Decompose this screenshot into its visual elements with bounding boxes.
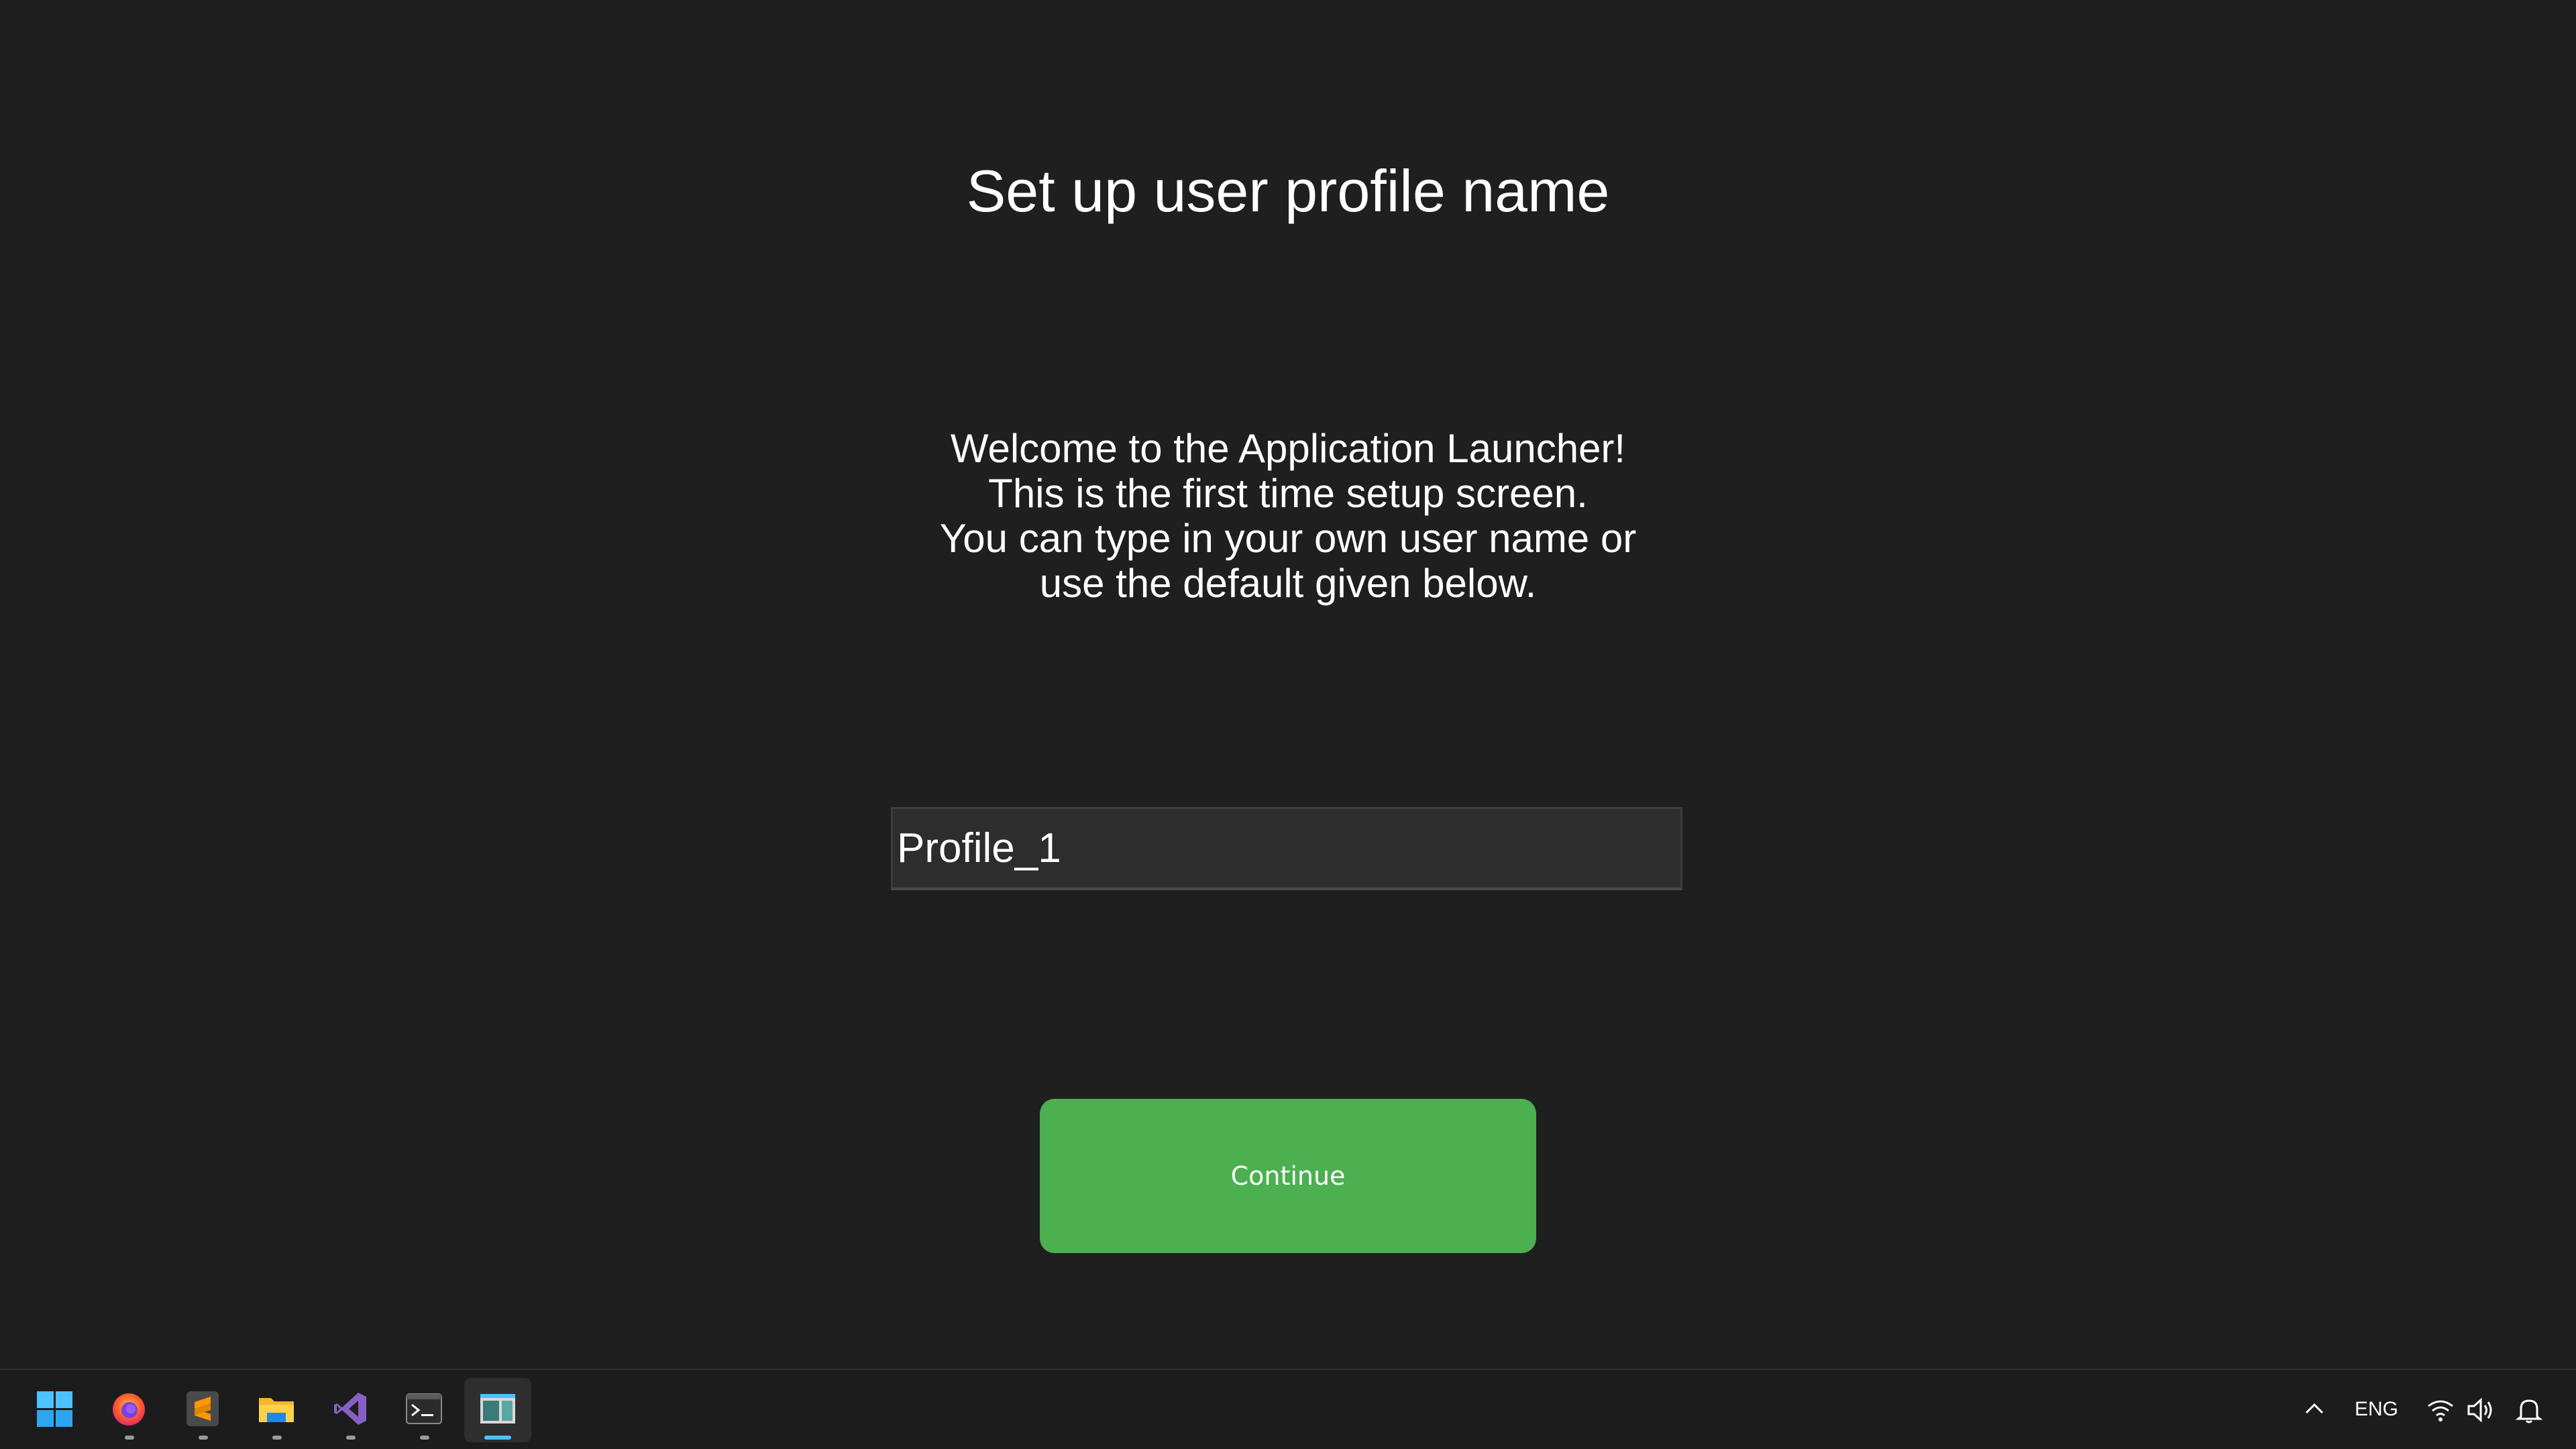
language-indicator[interactable]: ENG [2355, 1398, 2398, 1421]
welcome-line: Welcome to the Application Launcher! [950, 426, 1626, 471]
windows-start-icon [37, 1391, 72, 1427]
running-indicator [346, 1436, 356, 1440]
taskbar: ENG [0, 1368, 2576, 1449]
page-title: Set up user profile name [966, 158, 1610, 224]
visual-studio-icon [334, 1393, 366, 1425]
app-launcher-icon [480, 1394, 515, 1424]
chevron-up-icon[interactable] [2301, 1393, 2328, 1426]
continue-button[interactable]: Continue [1040, 1099, 1536, 1253]
welcome-line: This is the first time setup screen. [988, 471, 1588, 516]
welcome-line: You can type in your own user name or [939, 516, 1637, 561]
running-indicator [199, 1436, 208, 1440]
volume-icon[interactable] [2466, 1395, 2496, 1425]
profile-name-input[interactable] [891, 807, 1682, 890]
taskbar-terminal[interactable] [390, 1378, 458, 1442]
wifi-icon[interactable] [2426, 1395, 2455, 1425]
taskbar-file-explorer[interactable] [243, 1378, 310, 1442]
file-explorer-icon [259, 1398, 294, 1422]
taskbar-sublime-text[interactable] [169, 1378, 236, 1442]
notification-bell-icon[interactable] [2514, 1395, 2544, 1425]
terminal-icon [406, 1393, 442, 1424]
active-indicator [484, 1436, 511, 1440]
running-indicator [272, 1436, 282, 1440]
taskbar-firefox[interactable] [95, 1378, 162, 1442]
running-indicator [125, 1436, 134, 1440]
running-indicator [420, 1436, 429, 1440]
start-button[interactable] [21, 1378, 88, 1442]
taskbar-app-launcher[interactable] [464, 1378, 531, 1442]
firefox-icon [113, 1393, 145, 1426]
sublime-text-icon [186, 1391, 219, 1426]
welcome-message: Welcome to the Application Launcher! Thi… [832, 426, 1744, 606]
setup-window: Set up user profile name Welcome to the … [0, 0, 2576, 1368]
taskbar-visual-studio[interactable] [317, 1378, 384, 1442]
welcome-line: use the default given below. [1039, 561, 1537, 606]
screen: Set up user profile name Welcome to the … [0, 0, 2576, 1449]
